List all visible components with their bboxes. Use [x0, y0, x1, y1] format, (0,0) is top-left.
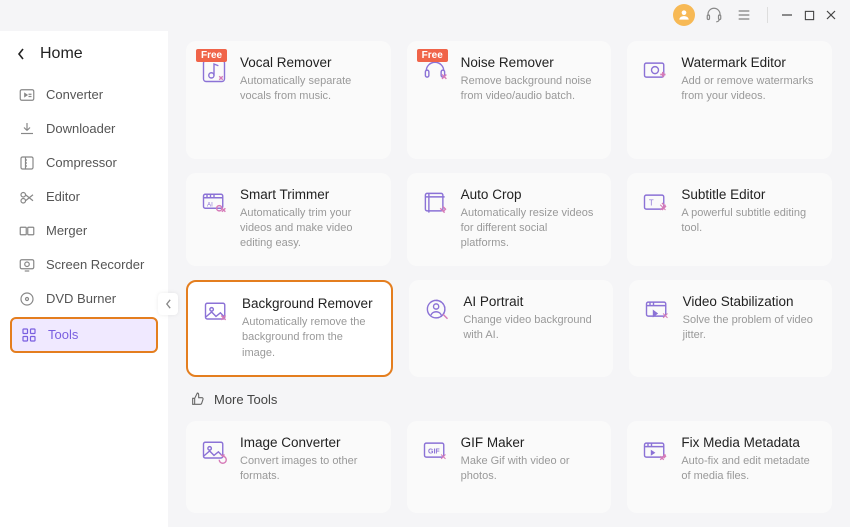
downloader-icon: [18, 120, 36, 138]
tool-card-gif-maker[interactable]: GIF GIF Maker Make Gif with video or pho…: [407, 421, 612, 513]
card-desc: Remove background noise from video/audio…: [461, 74, 598, 105]
image-converter-icon: [200, 437, 228, 465]
sidebar-item-label: Converter: [46, 87, 103, 102]
window-maximize-button[interactable]: [802, 8, 816, 22]
card-desc: Auto-fix and edit metadate of media file…: [681, 454, 818, 485]
merger-icon: [18, 222, 36, 240]
tool-card-auto-crop[interactable]: Auto Crop Automatically resize videos fo…: [407, 173, 612, 266]
card-title: Auto Crop: [461, 187, 598, 202]
card-title: Subtitle Editor: [681, 187, 818, 202]
window-minimize-button[interactable]: [780, 8, 794, 22]
ai-portrait-icon: [423, 296, 451, 324]
sidebar-item-dvd-burner[interactable]: DVD Burner: [10, 283, 158, 315]
card-title: Smart Trimmer: [240, 187, 377, 202]
sidebar-item-merger[interactable]: Merger: [10, 215, 158, 247]
sidebar-item-label: Tools: [48, 327, 78, 342]
content-area: Free Vocal Remover Automatically separat…: [168, 31, 850, 527]
home-label: Home: [40, 45, 83, 63]
tool-card-noise-remover[interactable]: Free Noise Remover Remove background noi…: [407, 41, 612, 159]
subtitle-editor-icon: T: [641, 189, 669, 217]
card-title: Image Converter: [240, 435, 377, 450]
fix-metadata-icon: [641, 437, 669, 465]
card-title: Background Remover: [242, 296, 377, 311]
smart-trimmer-icon: AI: [200, 189, 228, 217]
tool-row: Background Remover Automatically remove …: [186, 280, 832, 377]
sidebar-item-tools[interactable]: Tools: [10, 317, 158, 353]
card-desc: A powerful subtitle editing tool.: [681, 206, 818, 237]
tools-icon: [20, 326, 38, 344]
converter-icon: [18, 86, 36, 104]
card-title: Vocal Remover: [240, 55, 377, 70]
chevron-left-icon: [165, 299, 172, 309]
card-desc: Add or remove watermarks from your video…: [681, 74, 818, 105]
hamburger-menu-icon[interactable]: [733, 4, 755, 26]
gif-maker-icon: GIF: [421, 437, 449, 465]
card-desc: Automatically resize videos for differen…: [461, 206, 598, 252]
screen-recorder-icon: [18, 256, 36, 274]
sidebar-item-editor[interactable]: Editor: [10, 181, 158, 213]
sidebar-item-label: Editor: [46, 189, 80, 204]
more-tools-header: More Tools: [186, 391, 832, 407]
sidebar-item-label: Merger: [46, 223, 87, 238]
editor-icon: [18, 188, 36, 206]
card-desc: Make Gif with video or photos.: [461, 454, 598, 485]
card-title: Noise Remover: [461, 55, 598, 70]
card-title: Fix Media Metadata: [681, 435, 818, 450]
card-title: Video Stabilization: [683, 294, 818, 309]
tool-card-smart-trimmer[interactable]: AI Smart Trimmer Automatically trim your…: [186, 173, 391, 266]
chevron-left-icon: [16, 48, 26, 60]
sidebar-item-downloader[interactable]: Downloader: [10, 113, 158, 145]
tool-card-watermark-editor[interactable]: Watermark Editor Add or remove watermark…: [627, 41, 832, 159]
support-headset-icon[interactable]: [703, 4, 725, 26]
tool-row: Free Vocal Remover Automatically separat…: [186, 41, 832, 159]
card-desc: Solve the problem of video jitter.: [683, 313, 818, 344]
tool-card-ai-portrait[interactable]: AI Portrait Change video background with…: [409, 280, 612, 377]
card-title: AI Portrait: [463, 294, 598, 309]
sidebar-item-label: Downloader: [46, 121, 115, 136]
dvd-burner-icon: [18, 290, 36, 308]
compressor-icon: [18, 154, 36, 172]
auto-crop-icon: [421, 189, 449, 217]
svg-text:T: T: [649, 198, 654, 207]
home-nav[interactable]: Home: [10, 37, 158, 77]
sidebar-collapse-button[interactable]: [158, 293, 178, 315]
card-title: Watermark Editor: [681, 55, 818, 70]
free-badge: Free: [196, 49, 227, 62]
tool-card-vocal-remover[interactable]: Free Vocal Remover Automatically separat…: [186, 41, 391, 159]
tool-row: AI Smart Trimmer Automatically trim your…: [186, 173, 832, 266]
more-tools-label: More Tools: [214, 392, 277, 407]
titlebar-separator: [767, 7, 768, 23]
sidebar-item-screen-recorder[interactable]: Screen Recorder: [10, 249, 158, 281]
sidebar-item-label: Compressor: [46, 155, 117, 170]
sidebar-item-converter[interactable]: Converter: [10, 79, 158, 111]
free-badge: Free: [417, 49, 448, 62]
sidebar: Home Converter Downloader Compressor Edi…: [0, 31, 168, 527]
window-close-button[interactable]: [824, 8, 838, 22]
tool-card-subtitle-editor[interactable]: T Subtitle Editor A powerful subtitle ed…: [627, 173, 832, 266]
tool-row: Image Converter Convert images to other …: [186, 421, 832, 513]
card-title: GIF Maker: [461, 435, 598, 450]
user-avatar-icon[interactable]: [673, 4, 695, 26]
card-desc: Change video background with AI.: [463, 313, 598, 344]
sidebar-item-compressor[interactable]: Compressor: [10, 147, 158, 179]
titlebar: [0, 0, 850, 31]
sidebar-item-label: DVD Burner: [46, 291, 116, 306]
tool-card-video-stabilization[interactable]: Video Stabilization Solve the problem of…: [629, 280, 832, 377]
tool-card-image-converter[interactable]: Image Converter Convert images to other …: [186, 421, 391, 513]
card-desc: Automatically separate vocals from music…: [240, 74, 377, 105]
tool-card-background-remover[interactable]: Background Remover Automatically remove …: [186, 280, 393, 377]
watermark-editor-icon: [641, 57, 669, 85]
tool-card-fix-media-metadata[interactable]: Fix Media Metadata Auto-fix and edit met…: [627, 421, 832, 513]
background-remover-icon: [202, 298, 230, 326]
svg-text:AI: AI: [207, 201, 213, 208]
card-desc: Automatically trim your videos and make …: [240, 206, 377, 252]
svg-text:GIF: GIF: [428, 449, 440, 456]
card-desc: Automatically remove the background from…: [242, 315, 377, 361]
video-stabilization-icon: [643, 296, 671, 324]
thumbs-up-icon: [190, 391, 206, 407]
card-desc: Convert images to other formats.: [240, 454, 377, 485]
sidebar-item-label: Screen Recorder: [46, 257, 144, 272]
